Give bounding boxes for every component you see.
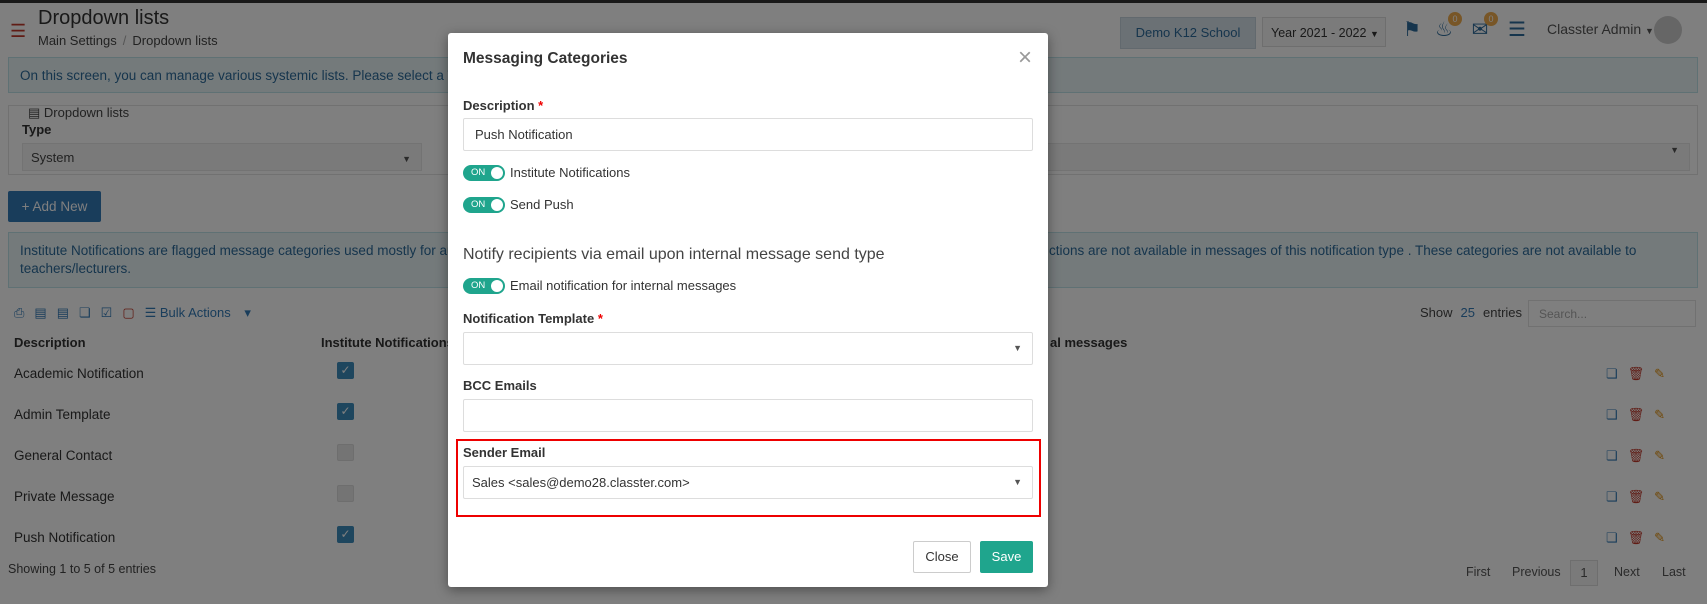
bcc-label: BCC Emails <box>463 378 537 393</box>
email-notification-toggle[interactable]: ON <box>463 278 505 294</box>
description-input[interactable]: Push Notification <box>463 118 1033 151</box>
section-heading: Notify recipients via email upon interna… <box>463 246 885 263</box>
sender-email-label: Sender Email <box>463 445 546 460</box>
close-icon[interactable]: × <box>1018 46 1032 70</box>
save-button[interactable]: Save <box>980 541 1033 573</box>
description-label: Description * <box>463 98 544 113</box>
modal-title: Messaging Categories <box>463 50 628 67</box>
template-label: Notification Template * <box>463 311 603 326</box>
close-button[interactable]: Close <box>913 541 971 573</box>
institute-notifications-toggle[interactable]: ON <box>463 165 505 181</box>
toggle-label: Send Push <box>510 197 574 212</box>
sender-email-select[interactable]: Sales <sales@demo28.classter.com> ▼ <box>463 466 1033 499</box>
toggle-label: Email notification for internal messages <box>510 278 737 293</box>
toggle-label: Institute Notifications <box>510 165 630 180</box>
bcc-emails-input[interactable] <box>463 399 1033 432</box>
messaging-categories-modal: Messaging Categories × Description * Pus… <box>448 33 1048 587</box>
notification-template-select[interactable]: ▼ <box>463 332 1033 365</box>
send-push-toggle[interactable]: ON <box>463 197 505 213</box>
